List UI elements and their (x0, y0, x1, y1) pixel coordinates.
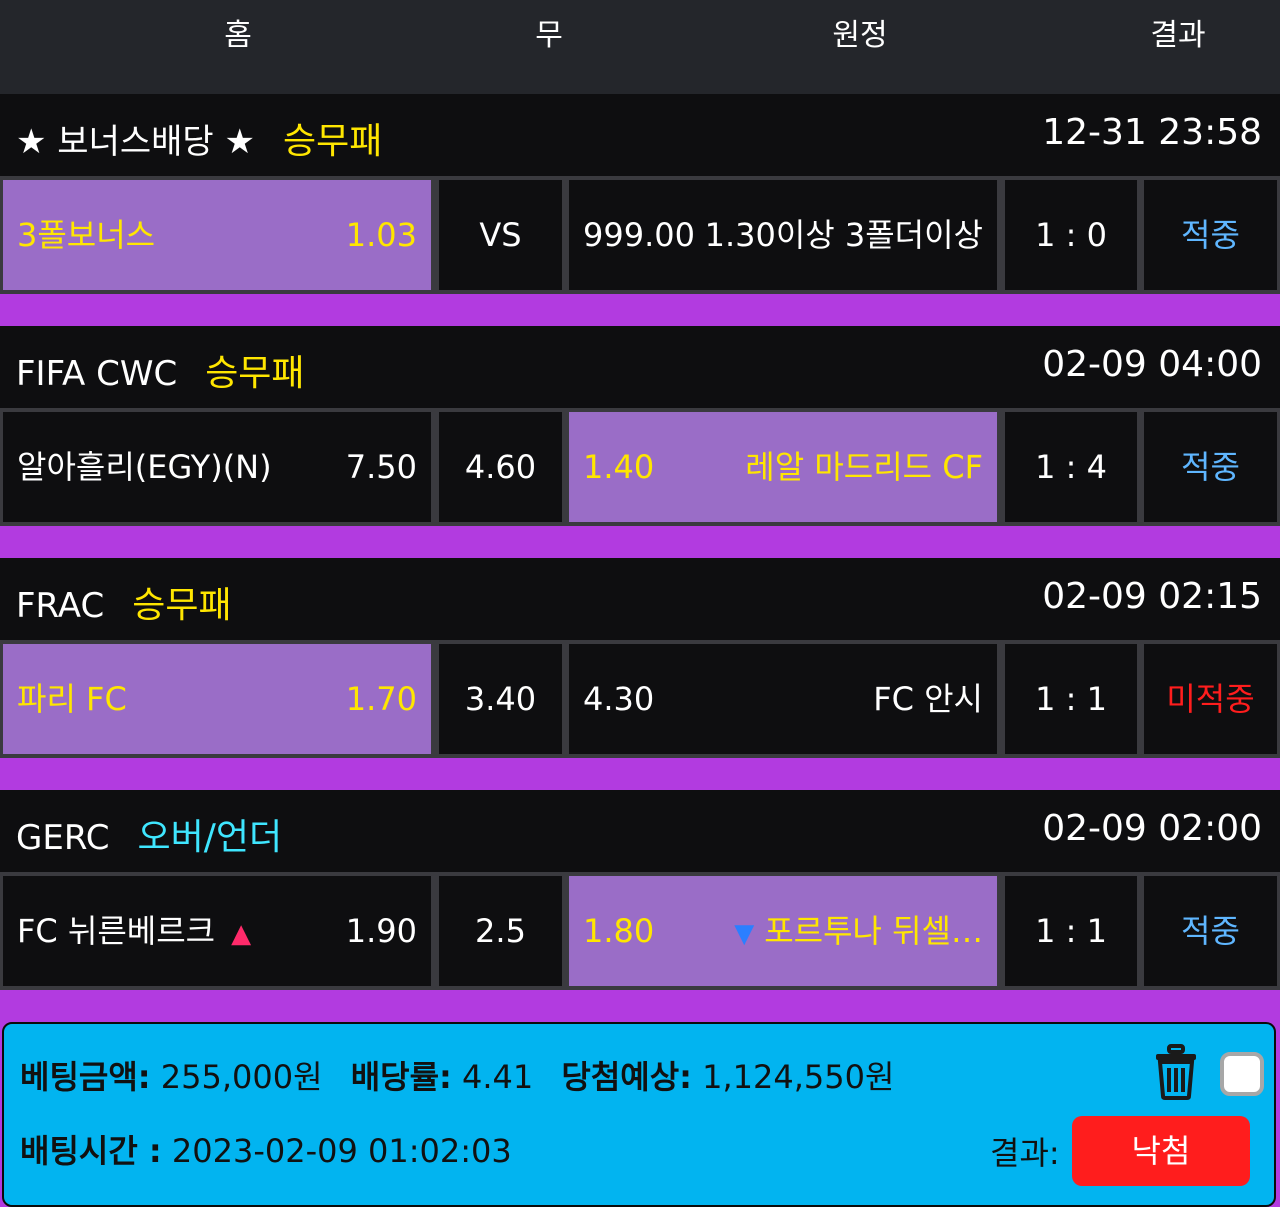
bet-amount: 255,000원 (160, 1058, 323, 1096)
home-team: 파리 FC (17, 680, 127, 718)
score: 1 : 4 (1005, 412, 1137, 522)
bet-type: 오버/언더 (137, 817, 283, 858)
header-draw: 무 (535, 18, 563, 53)
home-odds-cell[interactable]: 알아흘리(EGY)(N) 7.50 (3, 412, 431, 522)
result-label: 결과: (990, 1134, 1060, 1172)
kickoff-time: 02-09 02:00 (1042, 808, 1262, 849)
total-odds: 4.41 (461, 1058, 534, 1096)
draw-odds-cell[interactable]: 2.5 (439, 876, 562, 986)
result-status: 적중 (1144, 180, 1277, 290)
home-odds-cell[interactable]: FC 뉘른베르크 ▲ 1.90 (3, 876, 431, 986)
league-name: FRAC (16, 586, 105, 626)
home-team: 알아흘리(EGY)(N) (17, 448, 272, 486)
column-header: 홈 무 원정 결과 (0, 0, 1280, 94)
home-odd: 7.50 (345, 448, 417, 486)
away-team: FC 안시 (873, 680, 983, 718)
draw-odds-cell[interactable]: VS (439, 180, 562, 290)
score: 1 : 1 (1005, 644, 1137, 754)
header-result: 결과 (1150, 18, 1206, 53)
triangle-up-icon: ▲ (231, 919, 252, 949)
odds-label: 배당률: (350, 1058, 452, 1096)
bet-summary-line: 베팅금액: 255,000원 배당률: 4.41 당첨예상: 1,124,550… (20, 1052, 894, 1098)
away-odd: 4.30 (583, 680, 655, 718)
away-odds-cell[interactable]: 999.00 1.30이상 3폴더이상 (569, 180, 997, 290)
bet-type: 승무패 (282, 121, 383, 162)
game-block: FIFA CWC 승무패 02-09 04:00 알아흘리(EGY)(N) 7.5… (0, 326, 1280, 526)
bet-row: 파리 FC 1.70 3.40 4.30 FC 안시 1 : 1 미적중 (0, 640, 1280, 758)
kickoff-time: 02-09 02:15 (1042, 576, 1262, 617)
league-name: ★ 보너스배당 ★ (16, 122, 255, 162)
away-odd: 999.00 (583, 216, 695, 254)
home-team: FC 뉘른베르크 (17, 912, 216, 950)
home-odd: 1.90 (345, 912, 417, 950)
bet-type: 승무패 (132, 585, 232, 626)
bet-time: 2023-02-09 01:02:03 (171, 1132, 512, 1170)
bet-summary-panel: 베팅금액: 255,000원 배당률: 4.41 당첨예상: 1,124,550… (2, 1022, 1276, 1207)
triangle-down-icon: ▼ (734, 919, 755, 949)
bet-amount-label: 베팅금액: (20, 1058, 151, 1096)
kickoff-time: 02-09 04:00 (1042, 344, 1262, 385)
bet-time-label: 배팅시간 : (20, 1132, 162, 1170)
bet-row: FC 뉘른베르크 ▲ 1.90 2.5 1.80 ▼ 포르투나 뒤셀… 1 : 1 … (0, 872, 1280, 990)
home-team: 3폴보너스 (17, 216, 156, 254)
game-block: GERC 오버/언더 02-09 02:00 FC 뉘른베르크 ▲ 1.90 2.5… (0, 790, 1280, 990)
draw-odds-cell[interactable]: 3.40 (439, 644, 562, 754)
home-odd: 1.70 (345, 680, 417, 718)
away-odd: 1.80 (583, 912, 655, 950)
away-odds-cell[interactable]: 4.30 FC 안시 (569, 644, 997, 754)
away-team: 레알 마드리드 CF (745, 448, 983, 486)
game-block: ★ 보너스배당 ★ 승무패 12-31 23:58 3폴보너스 1.03 VS 9… (0, 94, 1280, 294)
away-odd: 1.40 (583, 448, 655, 486)
result-status: 적중 (1144, 876, 1277, 986)
home-odds-cell[interactable]: 3폴보너스 1.03 (3, 180, 431, 290)
home-odds-cell[interactable]: 파리 FC 1.70 (3, 644, 431, 754)
score: 1 : 1 (1005, 876, 1137, 986)
trash-icon[interactable] (1154, 1044, 1198, 1100)
bet-type: 승무패 (205, 353, 305, 394)
expected-win-label: 당첨예상: (561, 1058, 692, 1096)
game-block: FRAC 승무패 02-09 02:15 파리 FC 1.70 3.40 4.30… (0, 558, 1280, 758)
result-button[interactable]: 낙첨 (1072, 1116, 1250, 1186)
game-title-bar: GERC 오버/언더 02-09 02:00 (0, 790, 1280, 872)
bet-row: 3폴보너스 1.03 VS 999.00 1.30이상 3폴더이상 1 : 0 … (0, 176, 1280, 294)
away-team: 포르투나 뒤셀… (764, 912, 983, 950)
kickoff-time: 12-31 23:58 (1042, 112, 1262, 153)
league-name: GERC (16, 818, 110, 858)
header-away: 원정 (832, 18, 888, 53)
select-checkbox[interactable] (1220, 1052, 1264, 1096)
game-title-bar: ★ 보너스배당 ★ 승무패 12-31 23:58 (0, 94, 1280, 176)
result-status: 미적중 (1144, 644, 1277, 754)
game-title-bar: FIFA CWC 승무패 02-09 04:00 (0, 326, 1280, 408)
result-status: 적중 (1144, 412, 1277, 522)
game-title-bar: FRAC 승무패 02-09 02:15 (0, 558, 1280, 640)
league-name: FIFA CWC (16, 354, 178, 394)
draw-odds-cell[interactable]: 4.60 (439, 412, 562, 522)
away-odds-cell[interactable]: 1.40 레알 마드리드 CF (569, 412, 997, 522)
header-home: 홈 (224, 18, 252, 53)
expected-win: 1,124,550원 (702, 1058, 895, 1096)
away-team: 1.30이상 3폴더이상 (704, 216, 983, 254)
away-odds-cell[interactable]: 1.80 ▼ 포르투나 뒤셀… (569, 876, 997, 986)
bet-time-line: 배팅시간 : 2023-02-09 01:02:03 (20, 1126, 512, 1172)
home-odd: 1.03 (345, 216, 417, 254)
score: 1 : 0 (1005, 180, 1137, 290)
bet-row: 알아흘리(EGY)(N) 7.50 4.60 1.40 레알 마드리드 CF 1… (0, 408, 1280, 526)
